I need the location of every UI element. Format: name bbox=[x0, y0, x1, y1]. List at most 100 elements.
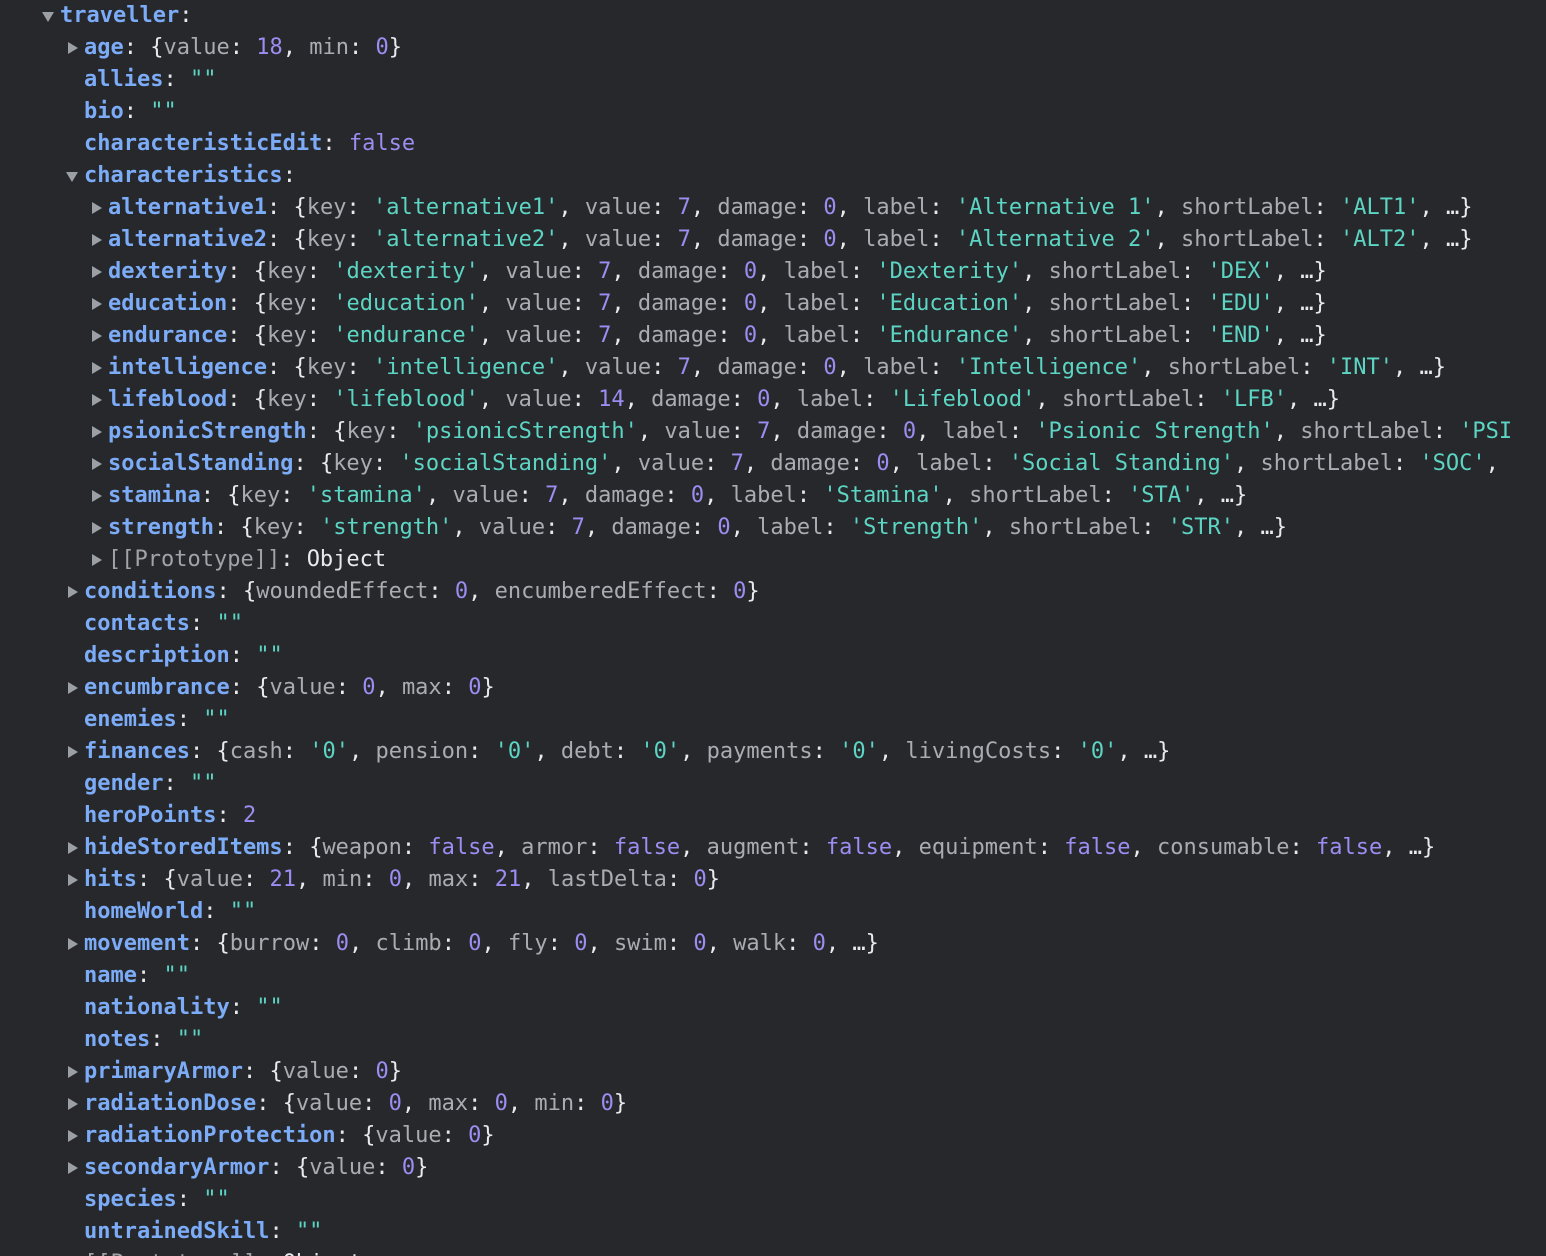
caret-right-icon[interactable] bbox=[66, 576, 82, 608]
string-value: "" bbox=[256, 643, 283, 668]
punctuation: , bbox=[916, 419, 943, 444]
tree-row-psionicstrength[interactable]: psionicStrength: {key: 'psionicStrength'… bbox=[0, 416, 1546, 448]
tree-row-traveller[interactable]: traveller: bbox=[0, 0, 1546, 32]
preview-key: augment bbox=[706, 835, 800, 860]
punctuation: { bbox=[227, 483, 241, 508]
number-value: 7 bbox=[757, 419, 771, 444]
tree-row-prototype[interactable]: [[Prototype]]: Object bbox=[0, 1248, 1546, 1256]
punctuation: : bbox=[229, 35, 257, 60]
caret-right-icon[interactable] bbox=[90, 320, 106, 352]
tree-row-endurance[interactable]: endurance: {key: 'endurance', value: 7 , … bbox=[0, 320, 1546, 352]
caret-right-icon[interactable] bbox=[66, 736, 82, 768]
tree-row-alternative2[interactable]: alternative2: {key: 'alternative2', valu… bbox=[0, 224, 1546, 256]
punctuation: : bbox=[849, 291, 877, 316]
preview-key: key bbox=[266, 323, 307, 348]
caret-right-icon[interactable] bbox=[90, 288, 106, 320]
caret-right-icon[interactable] bbox=[90, 224, 106, 256]
punctuation: : bbox=[666, 931, 694, 956]
number-value: 0 bbox=[757, 387, 771, 412]
punctuation: : bbox=[346, 355, 373, 380]
string-value: 'strength' bbox=[319, 515, 453, 540]
tree-row-secondaryarmor[interactable]: secondaryArmor: {value: 0} bbox=[0, 1152, 1546, 1184]
tree-row-lifeblood[interactable]: lifeblood: {key: 'lifeblood', value: 14,… bbox=[0, 384, 1546, 416]
number-value: 7 bbox=[677, 195, 691, 220]
number-value: 0 bbox=[812, 931, 826, 956]
caret-right-icon[interactable] bbox=[66, 1056, 82, 1088]
caret-right-icon[interactable] bbox=[90, 256, 106, 288]
preview-key: debt bbox=[560, 739, 614, 764]
tree-row-movement[interactable]: movement: {burrow: 0, climb: 0, fly: 0, … bbox=[0, 928, 1546, 960]
tree-row-stamina[interactable]: stamina: {key: 'stamina', value: 7, dama… bbox=[0, 480, 1546, 512]
punctuation: , bbox=[558, 483, 585, 508]
tree-row-age[interactable]: age: {value: 18, min: 0} bbox=[0, 32, 1546, 64]
preview-key: min bbox=[309, 35, 349, 60]
punctuation: : bbox=[587, 835, 614, 860]
tree-row-alternative1[interactable]: alternative1: {key: 'alternative1', valu… bbox=[0, 192, 1546, 224]
tree-row-radiationdose[interactable]: radiationDose: {value: 0, max: 0, min: 0… bbox=[0, 1088, 1546, 1120]
caret-right-icon[interactable] bbox=[90, 512, 106, 544]
caret-down-icon[interactable] bbox=[66, 160, 82, 192]
tree-row-strength[interactable]: strength: {key: 'strength', value: 7, da… bbox=[0, 512, 1546, 544]
caret-right-icon[interactable] bbox=[90, 416, 106, 448]
punctuation: , bbox=[534, 739, 561, 764]
caret-right-icon[interactable] bbox=[66, 672, 82, 704]
caret-right-icon[interactable] bbox=[66, 1248, 82, 1256]
preview-key: label bbox=[863, 195, 930, 220]
string-value: 'LFB' bbox=[1220, 387, 1288, 412]
caret-right-icon[interactable] bbox=[90, 192, 106, 224]
key-colon: : bbox=[136, 867, 164, 892]
caret-right-icon[interactable] bbox=[66, 1152, 82, 1184]
caret-right-icon[interactable] bbox=[90, 480, 106, 512]
tree-row-radiationprotection[interactable]: radiationProtection: {value: 0} bbox=[0, 1120, 1546, 1152]
key-colon: : bbox=[176, 1187, 204, 1212]
punctuation: , bbox=[1035, 387, 1062, 412]
preview-key: damage bbox=[717, 355, 797, 380]
caret-right-icon[interactable] bbox=[90, 352, 106, 384]
caret-right-icon[interactable] bbox=[90, 448, 106, 480]
string-value: 'DEX' bbox=[1207, 259, 1274, 284]
punctuation: { bbox=[216, 931, 230, 956]
tree-row-education[interactable]: education: {key: 'education', value: 7 , … bbox=[0, 288, 1546, 320]
key-colon: : bbox=[203, 899, 230, 924]
tree-row-characteristics[interactable]: characteristics: bbox=[0, 160, 1546, 192]
tree-row-conditions[interactable]: conditions: {woundedEffect: 0, encumbere… bbox=[0, 576, 1546, 608]
tree-row-encumbrance[interactable]: encumbrance: {value: 0, max: 0} bbox=[0, 672, 1546, 704]
punctuation: { bbox=[253, 387, 267, 412]
punctuation: , …} bbox=[1273, 323, 1327, 348]
key-colon: : bbox=[176, 707, 204, 732]
tree-row-socialstanding[interactable]: socialStanding: {key: 'socialStanding', … bbox=[0, 448, 1546, 480]
preview-key: payments bbox=[706, 739, 813, 764]
tree-row-primaryarmor[interactable]: primaryArmor: {value: 0} bbox=[0, 1056, 1546, 1088]
caret-right-icon[interactable] bbox=[66, 1088, 82, 1120]
string-value: "" bbox=[295, 1219, 323, 1244]
punctuation: , bbox=[521, 867, 548, 892]
caret-right-icon[interactable] bbox=[66, 832, 82, 864]
tree-row-intelligence[interactable]: intelligence: {key: 'intelligence', valu… bbox=[0, 352, 1546, 384]
punctuation: { bbox=[256, 675, 270, 700]
punctuation: : bbox=[849, 323, 877, 348]
key-colon: : bbox=[229, 995, 257, 1020]
caret-down-icon[interactable] bbox=[42, 0, 58, 32]
tree-row-hidestoreditems[interactable]: hideStoredItems: {weapon: false, armor: … bbox=[0, 832, 1546, 864]
tree-row-hits[interactable]: hits: {value: 21, min: 0, max: 21, lastD… bbox=[0, 864, 1546, 896]
tree-row-prototype[interactable]: [[Prototype]]: Object bbox=[0, 544, 1546, 576]
caret-right-icon[interactable] bbox=[90, 544, 106, 576]
preview-key: swim bbox=[613, 931, 667, 956]
punctuation: , bbox=[401, 1091, 429, 1116]
punctuation: { bbox=[253, 259, 267, 284]
caret-right-icon[interactable] bbox=[90, 384, 106, 416]
string-value: '0' bbox=[640, 739, 681, 764]
property-key: primaryArmor bbox=[84, 1059, 243, 1084]
punctuation: : bbox=[306, 323, 334, 348]
tree-row-dexterity[interactable]: dexterity: {key: 'dexterity', value: 7 , … bbox=[0, 256, 1546, 288]
caret-right-icon[interactable] bbox=[66, 864, 82, 896]
preview-key: label bbox=[863, 227, 930, 252]
punctuation: : bbox=[348, 35, 376, 60]
punctuation: , bbox=[584, 515, 612, 540]
key-colon: : bbox=[229, 675, 257, 700]
tree-row-finances[interactable]: finances: {cash: '0', pension: '0', debt… bbox=[0, 736, 1546, 768]
caret-right-icon[interactable] bbox=[66, 928, 82, 960]
caret-right-icon[interactable] bbox=[66, 1120, 82, 1152]
caret-right-icon[interactable] bbox=[66, 32, 82, 64]
key-colon: : bbox=[227, 387, 254, 412]
